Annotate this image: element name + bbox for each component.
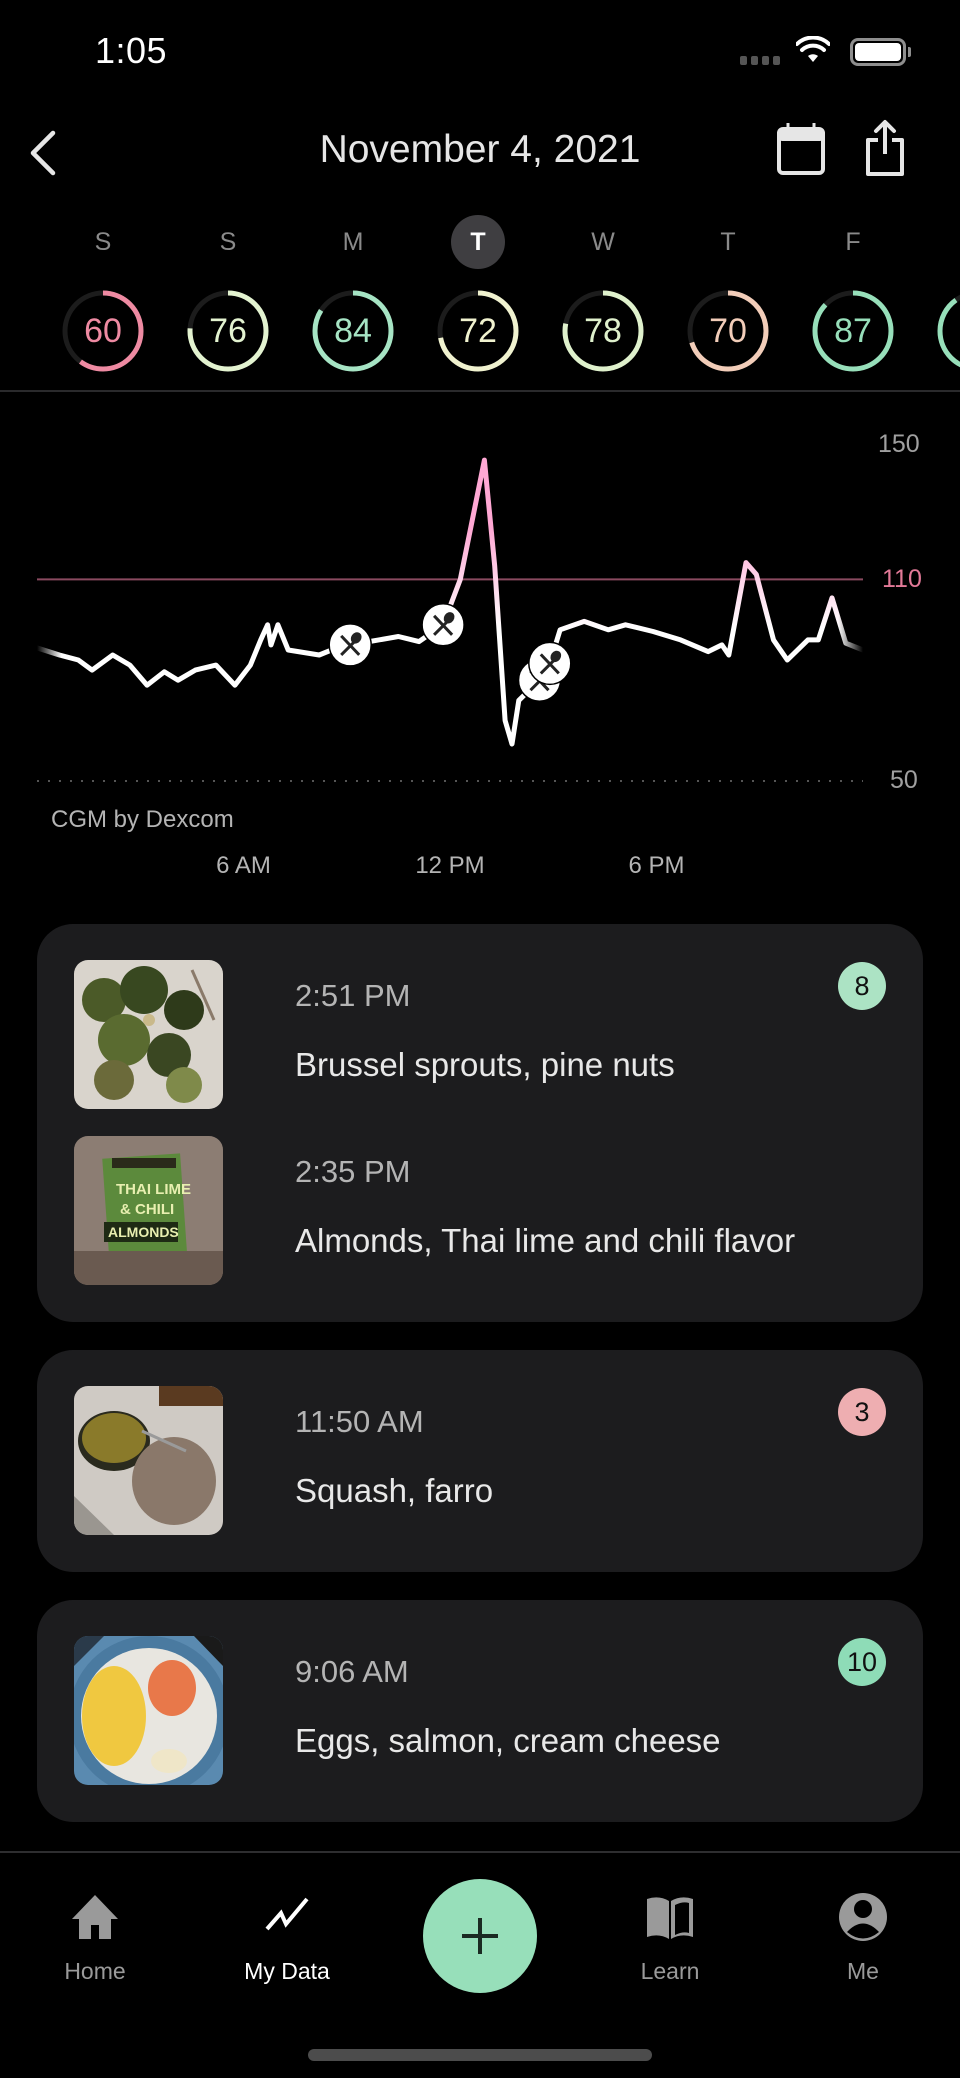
meal-time: 9:06 AM bbox=[295, 1654, 409, 1689]
meal-marker[interactable] bbox=[421, 603, 465, 647]
meal-time: 2:35 PM bbox=[295, 1154, 411, 1189]
svg-text:THAI LIME: THAI LIME bbox=[116, 1181, 191, 1198]
meal-name: Squash, farro bbox=[295, 1472, 494, 1509]
tab-bar: Home My Data Learn Me bbox=[0, 1851, 960, 2078]
meal-marker[interactable] bbox=[328, 623, 372, 667]
glucose-line bbox=[34, 457, 866, 747]
tab-label: My Data bbox=[244, 1958, 330, 1984]
tab-label: Learn bbox=[640, 1958, 700, 1984]
cgm-source-label: CGM by Dexcom bbox=[51, 806, 234, 833]
day-score-ring bbox=[937, 290, 960, 372]
status-bar: 1:05 bbox=[0, 0, 960, 100]
day-letter: T bbox=[470, 228, 486, 256]
x-tick-label: 12 PM bbox=[415, 852, 485, 879]
ring-progress bbox=[937, 290, 960, 372]
home-icon bbox=[72, 1895, 118, 1939]
battery-icon bbox=[850, 38, 906, 66]
y-tick-label: 150 bbox=[878, 430, 920, 458]
meal-time: 11:50 AM bbox=[295, 1404, 424, 1439]
plus-icon bbox=[462, 1918, 498, 1954]
day-letter: F bbox=[845, 228, 861, 256]
meal-entry[interactable]: 9:06 AM Eggs, salmon, cream cheese bbox=[74, 1636, 923, 1786]
meal-marker[interactable] bbox=[528, 641, 572, 686]
day-score: 60 bbox=[84, 312, 122, 350]
meal-name: Eggs, salmon, cream cheese bbox=[295, 1722, 721, 1759]
day-letter bbox=[933, 215, 960, 269]
meal-score-badge: 10 bbox=[838, 1638, 886, 1686]
day-score: 72 bbox=[459, 312, 497, 350]
tab-label: Home bbox=[64, 1958, 126, 1984]
meal-name: Almonds, Thai lime and chili flavor bbox=[295, 1222, 796, 1259]
meal-name: Brussel sprouts, pine nuts bbox=[295, 1046, 675, 1083]
day-letter: W bbox=[591, 228, 615, 256]
day-item[interactable]: M 84 bbox=[308, 215, 398, 375]
tab-me[interactable]: Me bbox=[793, 1853, 933, 1993]
meal-score-badge: 8 bbox=[838, 962, 886, 1010]
day-score: 84 bbox=[334, 312, 372, 350]
trend-icon bbox=[265, 1897, 309, 1931]
meal-photo-brussel-sprouts bbox=[74, 960, 223, 1109]
meal-group-card: 9:06 AM Eggs, salmon, cream cheese 10 bbox=[37, 1600, 923, 1822]
x-tick-label: 6 AM bbox=[216, 852, 271, 879]
meal-photo-squash-farro bbox=[74, 1386, 223, 1535]
add-meal-button[interactable] bbox=[423, 1879, 537, 1993]
y-tick-label: 50 bbox=[890, 766, 918, 794]
tab-label: Me bbox=[847, 1958, 879, 1984]
threshold-label: 110 bbox=[882, 565, 922, 593]
meal-score-badge: 3 bbox=[838, 1388, 886, 1436]
meal-photo-almonds-bag: THAI LIME & CHILI ALMONDS bbox=[74, 1136, 223, 1285]
meal-photo-eggs-salmon bbox=[74, 1636, 223, 1785]
day-strip: S 60 S 76 M 84 T 72 W 78 T 70 F 87 bbox=[0, 215, 960, 390]
svg-text:& CHILI: & CHILI bbox=[120, 1201, 174, 1218]
divider bbox=[0, 390, 960, 392]
calendar-icon[interactable] bbox=[776, 121, 826, 177]
person-icon bbox=[839, 1893, 887, 1941]
day-letter: T bbox=[720, 228, 736, 256]
meal-entry[interactable]: 2:51 PM Brussel sprouts, pine nuts bbox=[74, 960, 923, 1110]
day-item[interactable]: S 76 bbox=[183, 215, 273, 375]
status-time: 1:05 bbox=[95, 30, 168, 71]
meal-group-card: 2:51 PM Brussel sprouts, pine nuts 8 THA… bbox=[37, 924, 923, 1322]
day-letter: S bbox=[219, 228, 237, 256]
day-score: 87 bbox=[834, 312, 872, 350]
battery-nub bbox=[908, 47, 911, 57]
day-item[interactable]: S 60 bbox=[58, 215, 148, 375]
glucose-chart[interactable]: 150 110 50 CGM by Dexcom 6 AM 12 PM 6 PM bbox=[0, 400, 960, 900]
tab-learn[interactable]: Learn bbox=[600, 1853, 740, 1993]
day-score: 76 bbox=[209, 312, 247, 350]
svg-text:ALMONDS: ALMONDS bbox=[108, 1224, 179, 1240]
day-letter: S bbox=[94, 228, 112, 256]
day-item[interactable]: F 87 bbox=[808, 215, 898, 375]
day-letter: M bbox=[342, 228, 364, 256]
home-indicator bbox=[308, 2049, 652, 2061]
share-icon[interactable] bbox=[864, 118, 906, 178]
x-tick-label: 6 PM bbox=[628, 852, 685, 879]
day-score: 70 bbox=[709, 312, 747, 350]
tab-my-data[interactable]: My Data bbox=[217, 1853, 357, 1993]
nav-header: November 4, 2021 bbox=[0, 115, 960, 191]
day-score: 78 bbox=[584, 312, 622, 350]
day-item[interactable] bbox=[933, 215, 960, 375]
day-item[interactable]: W 78 bbox=[558, 215, 648, 375]
day-item[interactable]: T 72 bbox=[433, 215, 523, 375]
wifi-icon bbox=[796, 36, 830, 62]
book-icon bbox=[647, 1897, 693, 1939]
meal-group-card: 11:50 AM Squash, farro 3 bbox=[37, 1350, 923, 1572]
day-item[interactable]: T 70 bbox=[683, 215, 773, 375]
meal-entry[interactable]: 11:50 AM Squash, farro bbox=[74, 1386, 923, 1536]
cellular-signal-icon bbox=[740, 56, 780, 65]
tab-home[interactable]: Home bbox=[25, 1853, 165, 1993]
meal-time: 2:51 PM bbox=[295, 978, 411, 1013]
meal-entry[interactable]: THAI LIME & CHILI ALMONDS 2:35 PM Almond… bbox=[74, 1136, 923, 1286]
